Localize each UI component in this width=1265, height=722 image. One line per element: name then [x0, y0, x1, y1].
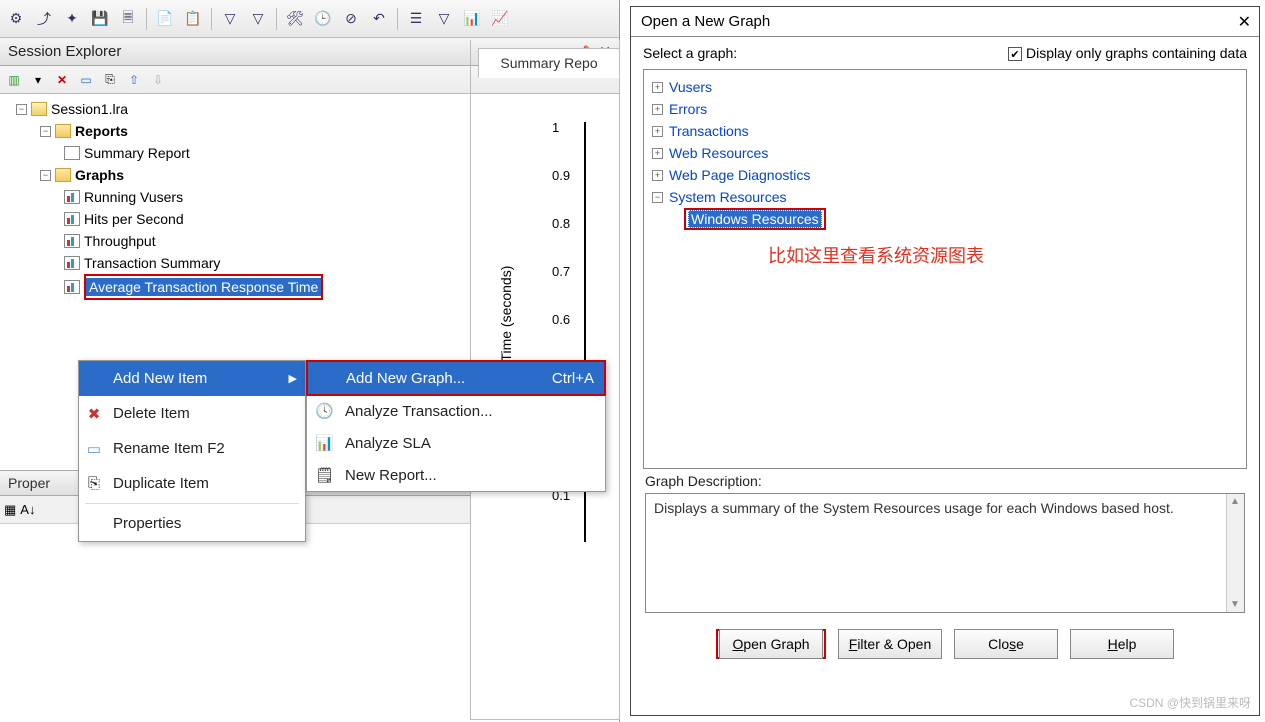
context-submenu: Add New Graph...Ctrl+A 🕓Analyze Transact… [306, 360, 606, 492]
toolbar-icon[interactable]: 📋 [181, 7, 205, 31]
undo-icon[interactable]: ↶ [367, 7, 391, 31]
watermark: CSDN @快到锅里来呀 [1129, 694, 1251, 711]
toolbar-icon[interactable]: ✦ [60, 7, 84, 31]
open-graph-button-wrap: Open Graph [716, 629, 826, 659]
toolbar-icon[interactable]: 🗏 [116, 7, 140, 31]
graph-item-windows-resources[interactable]: Windows Resources [648, 208, 1242, 230]
graph-cat[interactable]: +Transactions [648, 120, 1242, 142]
dialog-title: Open a New Graph [641, 13, 770, 30]
dialog-button-row: Open Graph Filter & Open Close Help [631, 621, 1259, 667]
chart-icon[interactable]: 📈 [488, 7, 512, 31]
filter-open-button[interactable]: Filter & Open [838, 629, 942, 659]
graph-cat[interactable]: +Web Resources [648, 142, 1242, 164]
down-icon[interactable]: ⇩ [148, 70, 168, 90]
toolbar-icon[interactable]: ⤴ [32, 7, 56, 31]
menu-properties[interactable]: Properties [79, 506, 305, 541]
toolbar-icon[interactable]: ⊘ [339, 7, 363, 31]
rename-icon: ▭ [85, 440, 103, 458]
save-icon[interactable]: 💾 [88, 7, 112, 31]
add-icon[interactable]: ▥ [4, 70, 24, 90]
dropdown-icon[interactable]: ▾ [28, 70, 48, 90]
close-button[interactable]: Close [954, 629, 1058, 659]
session-explorer-title: Session Explorer [8, 43, 121, 60]
menu-rename-item[interactable]: ▭Rename Item F2 [79, 431, 305, 466]
graph-cat[interactable]: +Vusers [648, 76, 1242, 98]
rename-icon[interactable]: ▭ [76, 70, 96, 90]
copy-icon: ⎘ [85, 475, 103, 493]
open-new-graph-dialog: Open a New Graph ✕ Select a graph: ✔Disp… [630, 6, 1260, 716]
clock-icon[interactable]: 🕒 [311, 7, 335, 31]
toolbar-icon[interactable]: 📊 [460, 7, 484, 31]
chevron-right-icon: ▶ [289, 372, 297, 385]
report-icon: 🗒 [315, 466, 333, 484]
help-button[interactable]: Help [1070, 629, 1174, 659]
submenu-analyze-sla[interactable]: 📊Analyze SLA [307, 427, 605, 459]
toolbar-icon[interactable]: 📄 [153, 7, 177, 31]
filter-icon[interactable]: ▽ [218, 7, 242, 31]
dialog-titlebar: Open a New Graph ✕ [631, 7, 1259, 37]
menu-duplicate-item[interactable]: ⎘Duplicate Item [79, 466, 305, 501]
props-icon[interactable]: ▦ [4, 502, 16, 518]
close-icon[interactable]: ✕ [1238, 12, 1251, 32]
annotation-text: 比如这里查看系统资源图表 [768, 242, 1242, 268]
graph-cat-system-resources[interactable]: −System Resources [648, 186, 1242, 208]
menu-delete-item[interactable]: ✖Delete Item [79, 396, 305, 431]
delete-icon: ✖ [85, 405, 103, 423]
clock-icon: 🕓 [315, 402, 333, 420]
filter-icon[interactable]: ▽ [432, 7, 456, 31]
delete-icon[interactable]: ✕ [52, 70, 72, 90]
graph-description-label: Graph Description: [631, 473, 1259, 489]
copy-icon[interactable]: ⎘ [100, 70, 120, 90]
graph-category-tree: +Vusers +Errors +Transactions +Web Resou… [643, 69, 1247, 469]
sla-icon: 📊 [315, 434, 333, 452]
select-graph-label: Select a graph: [643, 45, 737, 61]
scrollbar[interactable] [1226, 494, 1244, 612]
filter-icon[interactable]: ▽ [246, 7, 270, 31]
toolbar-icon[interactable]: 🛠 [283, 7, 307, 31]
up-icon[interactable]: ⇧ [124, 70, 144, 90]
main-toolbar: ⚙ ⤴ ✦ 💾 🗏 📄 📋 ▽ ▽ 🛠 🕒 ⊘ ↶ ☰ ▽ 📊 📈 [0, 0, 619, 38]
toolbar-icon[interactable]: ☰ [404, 7, 428, 31]
submenu-new-report[interactable]: 🗒New Report... [307, 459, 605, 491]
toolbar-icon[interactable]: ⚙ [4, 7, 28, 31]
graph-description-box: Displays a summary of the System Resourc… [645, 493, 1245, 613]
open-graph-button[interactable]: Open Graph [719, 629, 823, 659]
menu-add-new-item[interactable]: Add New Item▶ [79, 361, 305, 396]
summary-report-tab[interactable]: Summary Repo [478, 48, 620, 78]
display-only-checkbox[interactable]: ✔Display only graphs containing data [1008, 45, 1247, 61]
graph-cat[interactable]: +Web Page Diagnostics [648, 164, 1242, 186]
submenu-analyze-transaction[interactable]: 🕓Analyze Transaction... [307, 395, 605, 427]
context-menu: Add New Item▶ ✖Delete Item ▭Rename Item … [78, 360, 306, 542]
submenu-add-new-graph[interactable]: Add New Graph...Ctrl+A [308, 362, 604, 394]
graph-cat[interactable]: +Errors [648, 98, 1242, 120]
props-sort-icon[interactable]: A↓ [20, 502, 35, 517]
